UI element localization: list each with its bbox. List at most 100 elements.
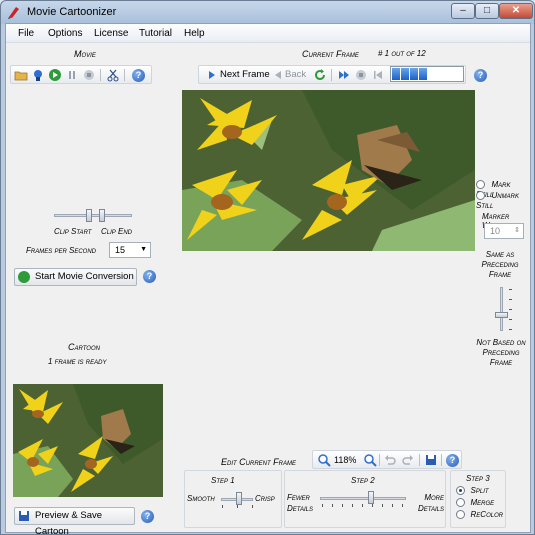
back-button[interactable]: Back bbox=[285, 69, 306, 80]
zoom-level: 118% bbox=[334, 455, 357, 465]
fast-forward-icon[interactable] bbox=[337, 68, 351, 82]
step2-right-label: More Details bbox=[417, 493, 444, 513]
minimize-button[interactable]: – bbox=[451, 3, 475, 19]
menu-options[interactable]: Options bbox=[48, 28, 82, 39]
help-icon[interactable]: ? bbox=[446, 454, 459, 467]
next-arrow-icon bbox=[209, 71, 215, 79]
slider-tick bbox=[332, 504, 333, 507]
cartoon-status: 1 frame is ready bbox=[48, 357, 107, 366]
slider-tick bbox=[509, 319, 512, 320]
play-circle-icon bbox=[18, 271, 30, 283]
start-conversion-label: Start Movie Conversion bbox=[35, 271, 134, 282]
step3-option-recolor[interactable]: ReColor bbox=[456, 509, 504, 520]
skip-back-icon[interactable] bbox=[371, 68, 385, 82]
slider-tick bbox=[362, 504, 363, 507]
slider-tick bbox=[237, 505, 238, 508]
next-frame-button[interactable]: Next Frame bbox=[220, 69, 270, 80]
back-arrow-icon bbox=[275, 71, 281, 79]
slider-tick bbox=[252, 505, 253, 508]
current-frame-image[interactable] bbox=[182, 90, 475, 251]
clip-start-label: Clip Start bbox=[54, 227, 92, 236]
recolor-radio[interactable] bbox=[456, 510, 465, 520]
help-icon[interactable]: ? bbox=[141, 510, 154, 523]
slider-tick bbox=[342, 504, 343, 507]
zoom-out-icon[interactable] bbox=[363, 453, 377, 467]
toolbar-separator bbox=[331, 69, 332, 81]
toolbar-separator bbox=[441, 454, 442, 466]
help-icon[interactable]: ? bbox=[474, 69, 487, 82]
edit-frame-title: Edit Current Frame bbox=[221, 457, 296, 467]
menu-license[interactable]: License bbox=[94, 28, 128, 39]
refresh-icon[interactable] bbox=[313, 68, 327, 82]
cartoon-preview-image[interactable] bbox=[13, 384, 163, 497]
menu-tutorial[interactable]: Tutorial bbox=[139, 28, 172, 39]
not-based-label: Not Based on Preceding Frame bbox=[476, 338, 526, 367]
fps-value: 15 bbox=[115, 245, 126, 255]
slider-tick bbox=[509, 309, 512, 310]
progress-fill bbox=[392, 68, 428, 80]
blend-slider-thumb[interactable] bbox=[495, 312, 508, 318]
fps-label: Frames per Second bbox=[26, 246, 97, 255]
merge-label: Merge bbox=[470, 498, 495, 507]
slider-tick bbox=[222, 505, 223, 508]
cut-icon[interactable] bbox=[106, 68, 120, 82]
client-area: File Options License Tutorial Help Movie bbox=[5, 23, 532, 534]
step3-title: Step 3 bbox=[466, 474, 490, 483]
undo-icon[interactable] bbox=[383, 453, 397, 467]
step3-option-merge[interactable]: Merge bbox=[456, 497, 495, 508]
movie-title: Movie bbox=[74, 49, 96, 59]
clip-end-thumb[interactable] bbox=[99, 209, 105, 222]
mark-still-radio[interactable] bbox=[476, 180, 485, 190]
save-icon[interactable] bbox=[424, 453, 438, 467]
step1-slider-thumb[interactable] bbox=[236, 492, 242, 505]
frame-progress-bar bbox=[390, 66, 464, 82]
stop-icon[interactable] bbox=[82, 68, 96, 82]
edit-toolbar: 118% ? bbox=[312, 450, 462, 469]
toolbar-separator bbox=[419, 454, 420, 466]
help-icon[interactable]: ? bbox=[132, 69, 145, 82]
unmark-still-option[interactable]: Unmark Still bbox=[476, 190, 532, 210]
maximize-button[interactable]: □ bbox=[475, 3, 499, 19]
slider-tick bbox=[509, 299, 512, 300]
play-icon[interactable] bbox=[48, 68, 62, 82]
split-radio[interactable] bbox=[456, 486, 465, 496]
filmstrip-icon[interactable] bbox=[31, 68, 45, 82]
slider-tick bbox=[372, 504, 373, 507]
slider-tick bbox=[352, 504, 353, 507]
step2-title: Step 2 bbox=[351, 476, 375, 485]
clip-range-track[interactable] bbox=[54, 214, 132, 217]
help-icon[interactable]: ? bbox=[143, 270, 156, 283]
slider-tick bbox=[322, 504, 323, 507]
menu-help[interactable]: Help bbox=[184, 28, 205, 39]
close-button[interactable]: ✕ bbox=[499, 3, 533, 19]
recolor-label: ReColor bbox=[470, 510, 504, 519]
step3-option-split[interactable]: Split bbox=[456, 485, 489, 496]
progress-segment bbox=[419, 68, 427, 80]
unmark-still-radio[interactable] bbox=[476, 191, 485, 201]
step2-slider-thumb[interactable] bbox=[368, 491, 374, 504]
progress-segment bbox=[392, 68, 400, 80]
stop-icon[interactable] bbox=[354, 68, 368, 82]
merge-radio[interactable] bbox=[456, 498, 465, 508]
app-icon bbox=[8, 7, 19, 19]
toolbar-separator bbox=[379, 454, 380, 466]
progress-segment bbox=[401, 68, 409, 80]
step1-left-label: Smooth bbox=[187, 494, 215, 503]
blend-slider-track[interactable] bbox=[500, 287, 503, 331]
step2-slider-track[interactable] bbox=[320, 497, 406, 500]
zoom-in-icon[interactable] bbox=[317, 453, 331, 467]
frame-counter: # 1 out of 12 bbox=[378, 49, 426, 58]
menu-file[interactable]: File bbox=[18, 28, 34, 39]
split-label: Split bbox=[470, 486, 489, 495]
slider-tick bbox=[509, 329, 512, 330]
redo-icon[interactable] bbox=[401, 453, 415, 467]
start-conversion-button[interactable]: Start Movie Conversion bbox=[14, 268, 137, 286]
open-folder-icon[interactable] bbox=[14, 68, 28, 82]
fps-select[interactable]: 15 ▼ bbox=[109, 242, 151, 258]
clip-start-thumb[interactable] bbox=[86, 209, 92, 222]
marker-width-spinner[interactable]: 10 ⇕ bbox=[484, 223, 524, 239]
preview-save-button[interactable]: Preview & Save Cartoon bbox=[14, 507, 135, 534]
current-frame-title: Current Frame bbox=[302, 49, 359, 59]
pause-icon[interactable] bbox=[65, 68, 79, 82]
toolbar-separator bbox=[100, 69, 101, 81]
